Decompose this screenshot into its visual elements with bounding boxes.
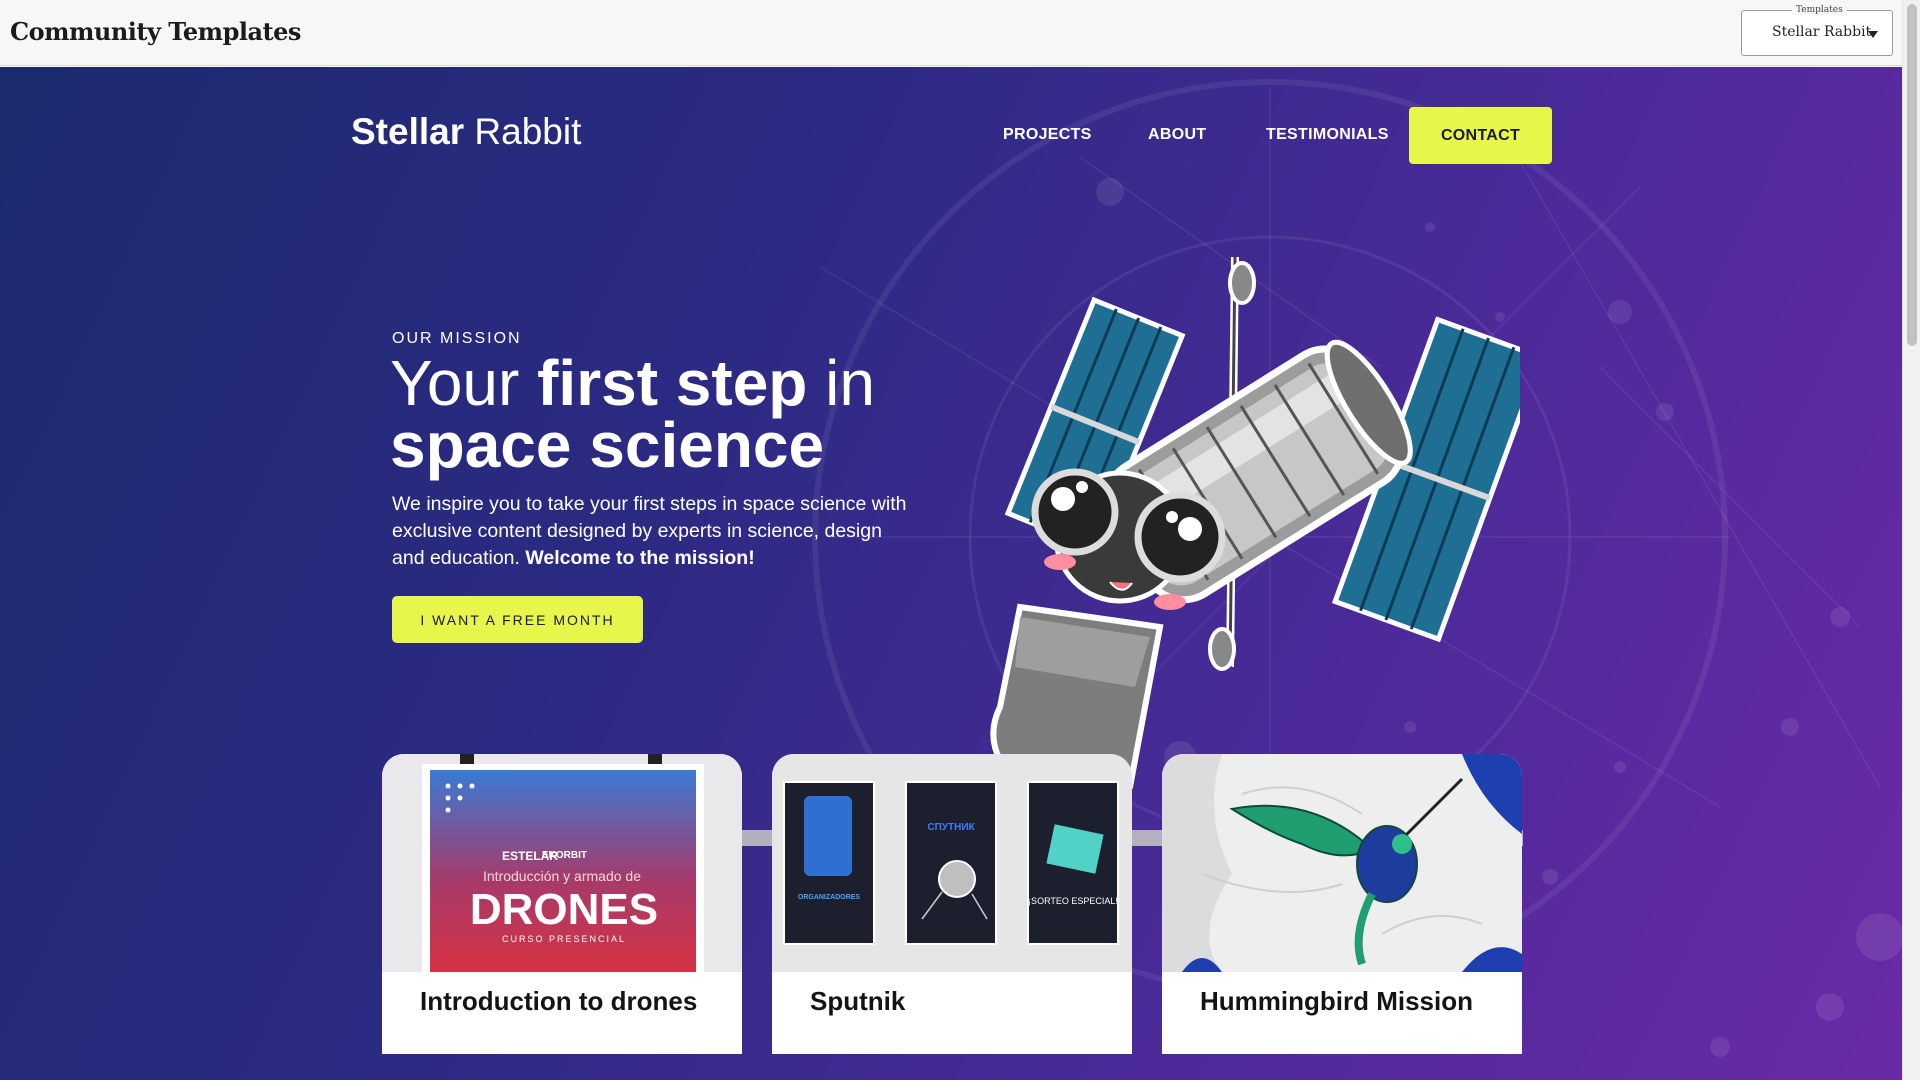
sputnik-poster-l1: ORGANIZADORES (798, 894, 861, 901)
drones-poster-subtitle: Introducción y armado de (483, 868, 641, 884)
free-month-button[interactable]: I WANT A FREE MONTH (392, 596, 643, 643)
hummingbird-shirt-image (1162, 754, 1522, 972)
template-topbar: Community Templates Templates Stellar Ra… (0, 0, 1902, 66)
brand-light: Rabbit (474, 111, 582, 152)
project-card-hummingbird[interactable]: Hummingbird Mission (1162, 754, 1522, 1054)
template-select-value: Stellar Rabbit (1772, 24, 1872, 40)
sputnik-poster-l3: ¡SORTEO ESPECIAL! (1028, 896, 1118, 906)
satellite-illustration (990, 256, 1520, 823)
drones-poster-title: DRONES (470, 885, 658, 934)
template-select-legend: Templates (1792, 5, 1847, 15)
nav-contact-button[interactable]: CONTACT (1409, 107, 1552, 164)
nav-about[interactable]: ABOUT (1148, 126, 1206, 144)
caret-down-icon (1868, 31, 1878, 38)
sputnik-poster-l2: CПУTНИК (927, 822, 975, 833)
mission-kicker: OUR MISSION (392, 330, 522, 347)
hero-description: We inspire you to take your first steps … (392, 491, 912, 572)
brand-bold: Stellar (351, 111, 465, 152)
nav-testimonials[interactable]: TESTIMONIALS (1266, 126, 1389, 144)
sputnik-posters-image: ORGANIZADORES CПУTНИК ¡SORTEO ESPECIAL! (772, 754, 1132, 972)
project-card-drones[interactable]: ESTELAR EKORBIT Introducción y armado de… (382, 754, 742, 1054)
hero-headline: Your first step in space science (390, 351, 990, 477)
card-title-drones[interactable]: Introduction to drones (420, 986, 697, 1017)
hero-description-bold: Welcome to the mission! (525, 547, 755, 569)
site-brand[interactable]: Stellar Rabbit (351, 111, 581, 153)
drones-poster-tag: CURSO PRESENCIAL (502, 934, 626, 944)
community-templates-logo[interactable]: Community Templates (10, 17, 301, 46)
nav-projects[interactable]: PROJECTS (1003, 126, 1092, 144)
template-select[interactable]: Templates Stellar Rabbit (1741, 5, 1893, 56)
scrollbar-thumb[interactable] (1907, 4, 1917, 346)
card-title-sputnik[interactable]: Sputnik (810, 986, 905, 1017)
card-title-hummingbird[interactable]: Hummingbird Mission (1200, 986, 1473, 1017)
drones-poster-org2: EKORBIT (542, 850, 587, 861)
project-card-sputnik[interactable]: ORGANIZADORES CПУTНИК ¡SORTEO ESPECIAL! … (772, 754, 1132, 1054)
page-scrollbar[interactable] (1902, 0, 1920, 1080)
headline-part-4: space science (390, 409, 825, 481)
drones-poster-image: ESTELAR EKORBIT Introducción y armado de… (382, 754, 742, 972)
